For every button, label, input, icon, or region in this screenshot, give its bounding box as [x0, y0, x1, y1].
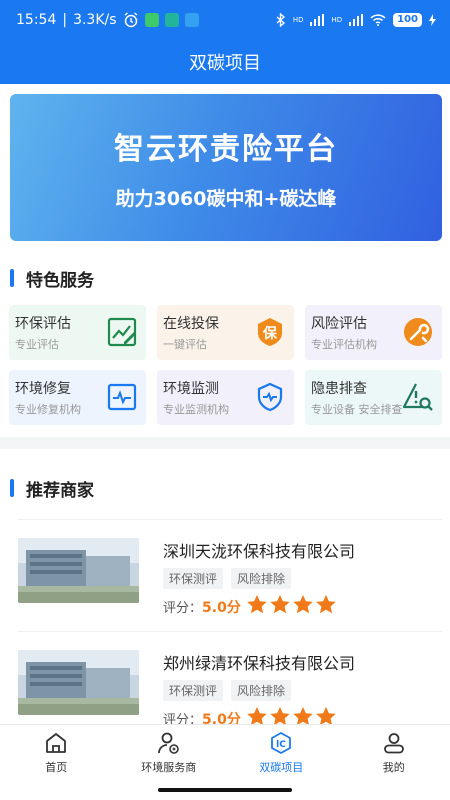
star-icon	[293, 707, 313, 724]
bluetooth-icon	[276, 13, 285, 27]
wifi-icon	[370, 14, 386, 26]
page-title: 双碳项目	[189, 53, 261, 74]
status-time: 15:54	[16, 12, 57, 28]
signal-icon	[349, 14, 364, 26]
tab-label: 我的	[382, 760, 405, 774]
feature-env-assessment[interactable]: 环保评估 专业评估	[9, 305, 146, 360]
alarm-icon	[124, 12, 137, 28]
tab-label: 环境服务商	[141, 760, 197, 774]
merchant-photo	[18, 538, 139, 603]
net-label-2: HD	[331, 16, 343, 24]
tab-service-providers[interactable]: 环境服务商	[113, 725, 226, 780]
merchant-tag: 风险排除	[231, 680, 292, 701]
merchant-name: 深圳天泷环保科技有限公司	[163, 542, 356, 561]
wrench-gear-icon	[404, 318, 432, 346]
home-icon	[46, 732, 67, 753]
star-icon	[247, 707, 267, 724]
home-indicator	[158, 788, 292, 792]
insure-glyph: 保	[262, 325, 278, 342]
merchant-rating: 评分： 5.0分	[163, 595, 355, 618]
pulse-monitor-icon	[107, 383, 137, 411]
app-icon-teal	[164, 13, 179, 27]
signal-icon	[310, 14, 325, 26]
star-icon	[293, 595, 313, 614]
rating-label: 评分：	[163, 601, 203, 616]
shield-pulse-icon	[257, 382, 283, 412]
recommend-title: 推荐商家	[26, 480, 94, 501]
user-service-icon	[157, 732, 179, 754]
feature-env-repair[interactable]: 环境修复 专业修复机构	[9, 370, 146, 425]
scroll-content[interactable]: 智云环责险平台 助力3060碳中和+碳达峰 特色服务 环保评估 专业评估 在线投…	[0, 84, 450, 724]
feature-online-insure[interactable]: 在线投保 一键评估 保	[157, 305, 294, 360]
banner-subtitle: 助力3060碳中和+碳达峰	[115, 188, 337, 210]
charging-icon	[429, 14, 436, 26]
status-speed: 3.3K/s	[73, 12, 117, 28]
status-bar: 15:54 | 3.3K/s HD HD 100	[0, 0, 450, 40]
profile-icon	[383, 732, 404, 753]
star-icon	[316, 707, 336, 724]
net-label-1: HD	[292, 16, 304, 24]
insure-badge-icon: 保	[258, 318, 282, 346]
feature-hazard-check[interactable]: 隐患排查 专业设备 安全排查	[305, 370, 442, 425]
header-bar: 双碳项目	[0, 40, 450, 84]
section-marker	[10, 479, 14, 497]
rating-stars	[247, 595, 339, 618]
carbon-project-icon: lC	[271, 731, 292, 754]
chart-pencil-icon	[107, 317, 137, 347]
app-icon-blue	[184, 13, 199, 27]
bottom-tab-bar: 首页 环境服务商 lC 双碳项目 我的	[0, 724, 450, 780]
app-icon-green	[144, 13, 159, 27]
promo-banner[interactable]: 智云环责险平台 助力3060碳中和+碳达峰	[10, 94, 442, 241]
merchant-tag: 环保测评	[163, 680, 224, 701]
battery-icon: 100	[393, 13, 422, 27]
merchant-rating: 评分： 5.0分	[163, 707, 355, 724]
feature-env-monitoring[interactable]: 环境监测 专业监测机构	[157, 370, 294, 425]
star-icon	[270, 595, 290, 614]
rating-label: 评分：	[163, 713, 203, 724]
merchant-tag: 风险排除	[231, 568, 292, 589]
rating-score: 5.0分	[202, 711, 241, 725]
tab-home[interactable]: 首页	[0, 725, 113, 780]
rating-stars	[247, 707, 339, 724]
section-marker	[10, 269, 14, 287]
features-grid: 环保评估 专业评估 在线投保 一键评估 保 风险评估 专业评估机构 环境修复 专…	[0, 305, 450, 437]
star-icon	[316, 595, 336, 614]
features-header: 特色服务	[0, 251, 450, 305]
warning-search-icon	[402, 383, 433, 411]
tab-label: 双碳项目	[259, 760, 304, 774]
merchant-card[interactable]: 深圳天泷环保科技有限公司 环保测评 风险排除 评分： 5.0分	[18, 519, 442, 631]
svg-text:lC: lC	[276, 740, 286, 750]
merchant-photo	[18, 650, 139, 715]
banner-title: 智云环责险平台	[114, 132, 338, 167]
rating-score: 5.0分	[202, 599, 241, 616]
features-title: 特色服务	[26, 270, 94, 291]
feature-risk-assessment[interactable]: 风险评估 专业评估机构	[305, 305, 442, 360]
gesture-bar	[0, 780, 450, 800]
merchant-card[interactable]: 郑州绿清环保科技有限公司 环保测评 风险排除 评分： 5.0分	[18, 631, 442, 724]
star-icon	[247, 595, 267, 614]
merchant-tag: 环保测评	[163, 568, 224, 589]
tab-label: 首页	[45, 760, 68, 774]
tab-carbon-project[interactable]: lC 双碳项目	[225, 725, 338, 780]
star-icon	[270, 707, 290, 724]
tab-profile[interactable]: 我的	[338, 725, 450, 780]
recommend-header: 推荐商家	[0, 449, 450, 519]
merchant-name: 郑州绿清环保科技有限公司	[163, 654, 356, 673]
